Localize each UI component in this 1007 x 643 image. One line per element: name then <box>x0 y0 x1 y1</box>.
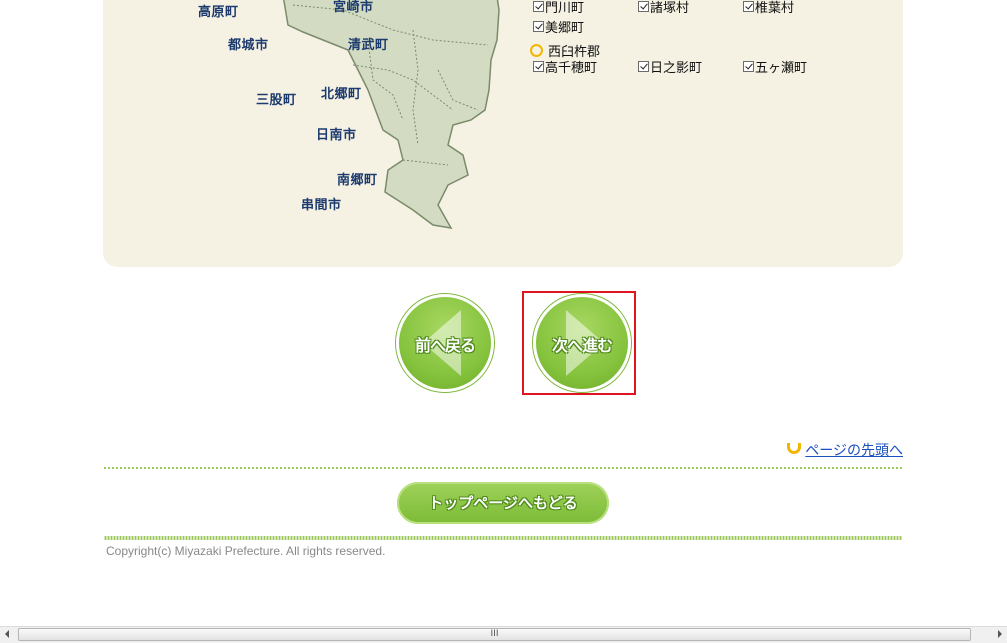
prev-button[interactable]: 前へ戻る <box>396 294 494 392</box>
muni-morotsuka[interactable]: 諸塚村 <box>638 0 689 16</box>
muni-shiiba[interactable]: 椎葉村 <box>743 0 794 16</box>
copyright-text: Copyright(c) Miyazaki Prefecture. All ri… <box>106 544 386 558</box>
prev-button-label: 前へ戻る <box>414 336 476 355</box>
arrow-up-icon <box>787 442 802 454</box>
checkbox-checked-icon[interactable] <box>743 1 754 12</box>
muni-label: 椎葉村 <box>755 1 795 16</box>
muni-takachiho[interactable]: 高千穂町 <box>533 57 597 76</box>
muni-label: 諸塚村 <box>650 1 690 16</box>
checkbox-checked-icon[interactable] <box>533 61 544 72</box>
map-label-mimata: 三股町 <box>256 93 297 108</box>
map-panel: 高原町 宮崎市 都城市 清武町 三股町 北郷町 日南市 南郷町 串間市 <box>103 0 903 267</box>
checkbox-checked-icon[interactable] <box>638 61 649 72</box>
map-label-kitago: 北郷町 <box>321 87 362 102</box>
map-label-kiyotake: 清武町 <box>348 38 389 53</box>
muni-misato[interactable]: 美郷町 <box>533 17 584 36</box>
scroll-right-icon[interactable] <box>998 630 1002 638</box>
map-label-takaharu: 高原町 <box>198 5 239 20</box>
checkbox-checked-icon[interactable] <box>638 1 649 12</box>
horizontal-scrollbar[interactable]: III <box>0 626 1007 643</box>
footer-divider <box>104 536 902 540</box>
muni-label: 五ヶ瀬町 <box>755 61 808 76</box>
map-label-miyazaki: 宮崎市 <box>333 0 374 15</box>
muni-hinokage[interactable]: 日之影町 <box>638 57 702 76</box>
next-button-highlight <box>522 291 636 395</box>
checkbox-checked-icon[interactable] <box>533 1 544 12</box>
muni-kadogawa[interactable]: 門川町 <box>533 0 584 16</box>
muni-label: 美郷町 <box>545 21 585 36</box>
scrollbar-thumb[interactable]: III <box>18 628 971 641</box>
muni-gokase[interactable]: 五ヶ瀬町 <box>743 57 807 76</box>
top-page-button[interactable]: トップページへもどる <box>397 482 609 524</box>
circle-bullet-icon <box>530 44 543 57</box>
checkbox-checked-icon[interactable] <box>743 61 754 72</box>
dotted-divider <box>104 467 902 469</box>
muni-label: 日之影町 <box>650 61 703 76</box>
page-top-label[interactable]: ページの先頭へ <box>805 440 903 460</box>
map-label-nango: 南郷町 <box>337 173 378 188</box>
muni-label: 門川町 <box>545 1 585 16</box>
checkbox-checked-icon[interactable] <box>533 21 544 32</box>
page-top-link[interactable]: ページの先頭へ <box>787 440 903 460</box>
map-label-kushima: 串間市 <box>301 198 342 213</box>
muni-label: 高千穂町 <box>545 61 598 76</box>
scroll-left-icon[interactable] <box>5 630 9 638</box>
map-label-nichinan: 日南市 <box>316 128 357 143</box>
map-label-miyakonojo: 都城市 <box>228 38 269 53</box>
